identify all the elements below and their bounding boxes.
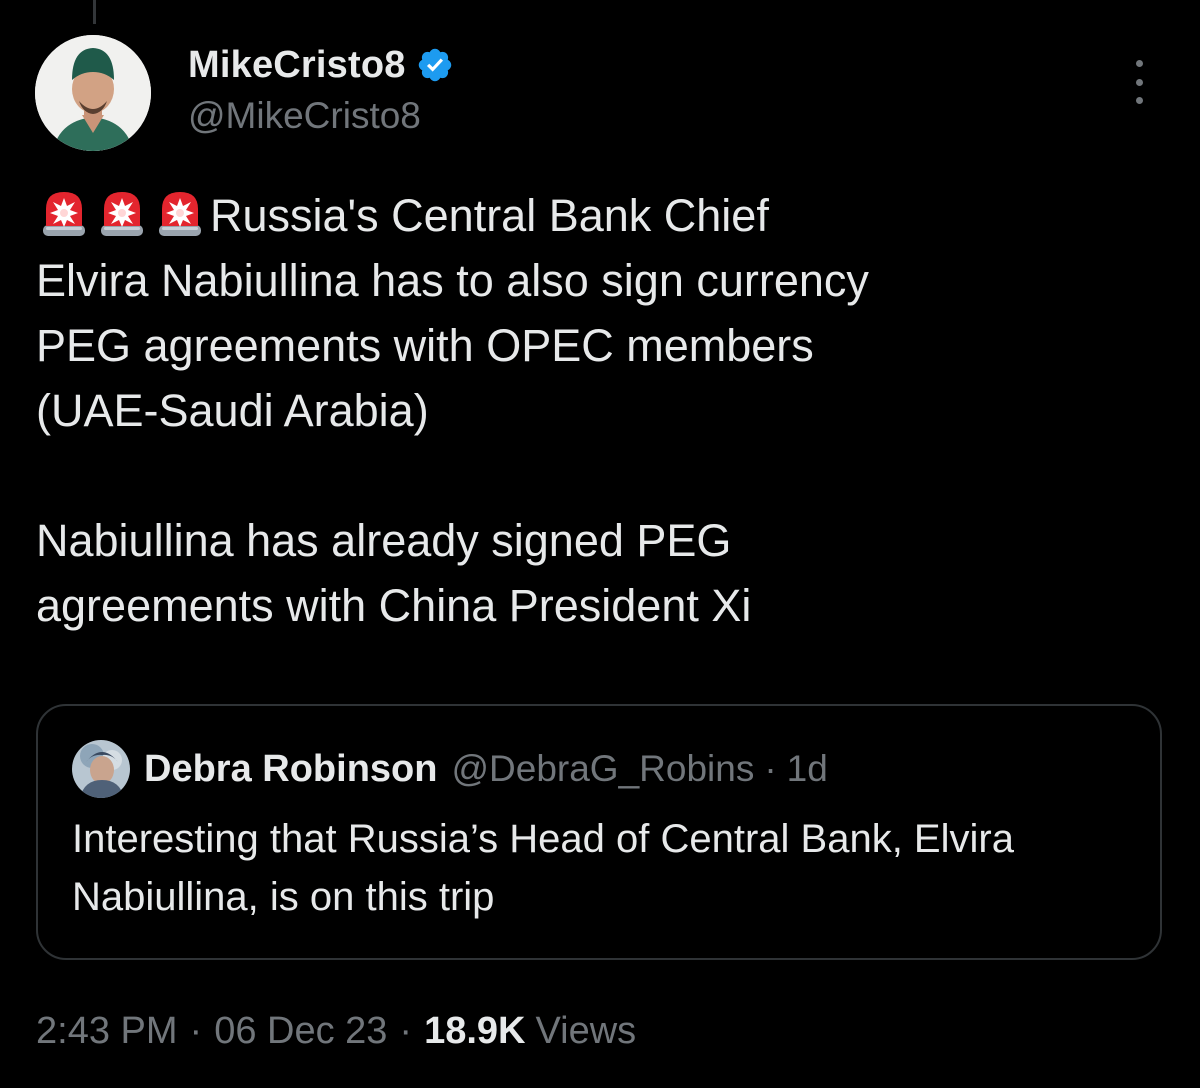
rotating-light-emoji-icon — [101, 192, 143, 236]
thread-connector-line — [93, 0, 96, 24]
author-display-name[interactable]: MikeCristo8 — [188, 44, 406, 87]
quoted-tweet-header: Debra Robinson @DebraG_Robins · 1d — [72, 740, 828, 798]
author-handle[interactable]: @MikeCristo8 — [188, 95, 421, 137]
views-count[interactable]: 18.9K — [424, 1010, 525, 1053]
tweet-date[interactable]: 06 Dec 23 — [214, 1010, 387, 1053]
more-dot — [1135, 97, 1143, 104]
tweet-time[interactable]: 2:43 PM — [36, 1010, 178, 1053]
quoted-separator: · — [764, 748, 777, 789]
views-label[interactable]: Views — [535, 1010, 636, 1053]
more-dot — [1135, 60, 1143, 67]
more-options-icon[interactable] — [1124, 60, 1154, 104]
quoted-author-avatar[interactable] — [72, 740, 130, 798]
meta-separator: · — [399, 1009, 413, 1052]
rotating-light-emoji-icon — [159, 192, 201, 236]
quoted-avatar-photo-icon — [72, 740, 130, 798]
tweet-text-first-line: Russia's Central Bank Chief — [210, 190, 769, 241]
quoted-tweet-card[interactable]: Debra Robinson @DebraG_Robins · 1d Inter… — [36, 704, 1162, 960]
rotating-light-emoji-icon — [43, 192, 85, 236]
tweet-text-body: Elvira Nabiullina has to also sign curre… — [36, 255, 869, 631]
quoted-tweet-text: Interesting that Russia’s Head of Centra… — [72, 817, 1014, 919]
tweet-meta: 2:43 PM · 06 Dec 23 · 18.9K Views — [36, 1003, 636, 1059]
more-dot — [1135, 78, 1143, 86]
meta-separator: · — [189, 1009, 203, 1052]
quoted-author-handle[interactable]: @DebraG_Robins — [451, 748, 754, 790]
tweet-text: Russia's Central Bank Chief Elvira Nabiu… — [36, 183, 1156, 638]
author-avatar[interactable] — [35, 35, 151, 151]
verified-badge-icon[interactable] — [416, 46, 454, 84]
avatar-photo-icon — [35, 35, 151, 151]
quoted-timestamp[interactable]: 1d — [787, 748, 828, 790]
quoted-author-display-name[interactable]: Debra Robinson — [144, 748, 437, 791]
